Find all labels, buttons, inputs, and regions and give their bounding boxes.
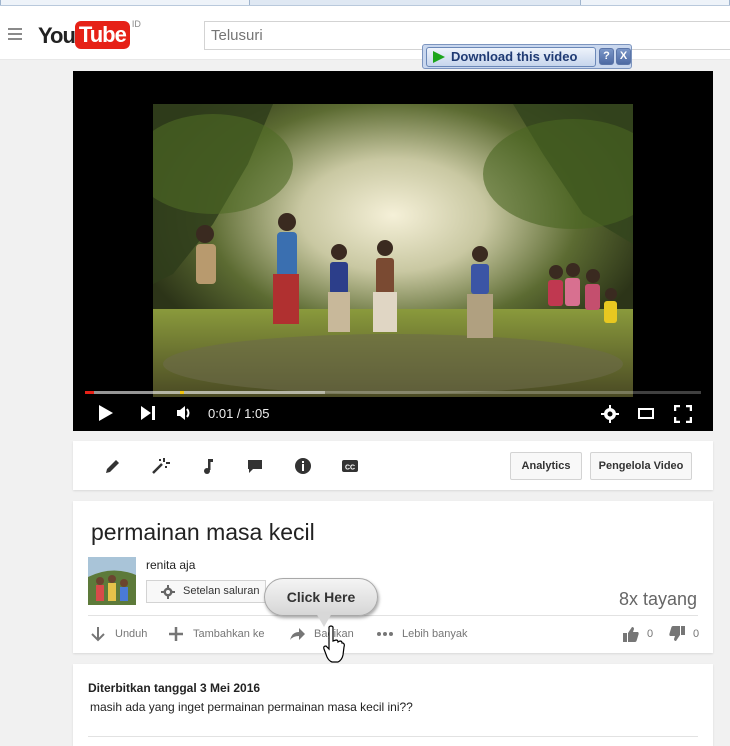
more-dots-icon bbox=[376, 625, 394, 643]
more-action[interactable]: Lebih banyak bbox=[376, 623, 467, 645]
video-thumbnail-scene bbox=[153, 104, 633, 397]
browser-tab-edge bbox=[580, 0, 730, 5]
annotations-speech-icon[interactable] bbox=[245, 456, 265, 476]
add-to-action-label: Tambahkan ke bbox=[193, 628, 265, 640]
play-arrow-icon bbox=[433, 51, 445, 63]
dislike-count: 0 bbox=[693, 628, 699, 640]
settings-gear-icon[interactable] bbox=[601, 405, 619, 423]
download-action-label: Unduh bbox=[115, 628, 147, 640]
video-manager-button[interactable]: Pengelola Video bbox=[590, 452, 692, 480]
more-action-label: Lebih banyak bbox=[402, 628, 467, 640]
description-divider bbox=[88, 736, 698, 737]
volume-icon[interactable] bbox=[175, 404, 193, 422]
play-icon[interactable] bbox=[99, 405, 113, 421]
add-to-action[interactable]: Tambahkan ke bbox=[167, 623, 265, 645]
video-title: permainan masa kecil bbox=[91, 519, 315, 546]
share-arrow-icon bbox=[288, 625, 306, 643]
channel-name[interactable]: renita aja bbox=[146, 558, 195, 572]
video-frame[interactable] bbox=[153, 104, 633, 397]
svg-text:CC: CC bbox=[345, 465, 355, 472]
description-card: Diterbitkan tanggal 3 Mei 2016 masih ada… bbox=[73, 664, 713, 746]
guide-menu-icon[interactable] bbox=[8, 28, 22, 40]
thumbs-up-icon bbox=[622, 625, 640, 643]
browser-tab-edge bbox=[0, 0, 250, 5]
download-action[interactable]: Unduh bbox=[89, 623, 147, 645]
player-controls: 0:01 / 1:05 bbox=[73, 399, 713, 431]
progress-played bbox=[85, 391, 94, 394]
info-divider bbox=[88, 615, 698, 616]
like-button[interactable]: 0 bbox=[622, 623, 653, 645]
dislike-button[interactable]: 0 bbox=[668, 623, 699, 645]
like-count: 0 bbox=[647, 628, 653, 640]
download-help-button[interactable]: ? bbox=[599, 48, 614, 65]
captions-cc-icon[interactable]: CC bbox=[340, 456, 360, 476]
download-arrow-icon bbox=[89, 625, 107, 643]
theater-mode-icon[interactable] bbox=[638, 408, 654, 419]
creator-toolbar: CC Analytics Pengelola Video bbox=[73, 441, 713, 490]
click-here-callout: Click Here bbox=[264, 578, 378, 616]
progress-loaded bbox=[85, 391, 325, 394]
channel-settings-button[interactable]: Setelan saluran bbox=[146, 580, 266, 603]
hand-cursor-icon bbox=[323, 625, 345, 665]
progress-bar[interactable] bbox=[85, 391, 701, 394]
logo-you-text: You bbox=[38, 23, 75, 48]
channel-settings-label: Setelan saluran bbox=[183, 585, 259, 597]
fullscreen-icon[interactable] bbox=[674, 405, 692, 423]
logo-region-code: ID bbox=[132, 19, 141, 29]
enhance-wand-icon[interactable] bbox=[150, 456, 170, 476]
next-icon[interactable] bbox=[141, 406, 155, 420]
plus-icon bbox=[167, 625, 185, 643]
download-video-button[interactable]: Download this video bbox=[426, 47, 596, 67]
video-info-card: permainan masa kecil renita aja Setelan … bbox=[73, 501, 713, 653]
analytics-button[interactable]: Analytics bbox=[510, 452, 582, 480]
published-date: Diterbitkan tanggal 3 Mei 2016 bbox=[88, 681, 260, 695]
channel-avatar[interactable] bbox=[88, 557, 136, 605]
logo-tube-text: Tube bbox=[75, 21, 130, 49]
download-toolbar: Download this video ? X bbox=[422, 44, 632, 69]
time-display: 0:01 / 1:05 bbox=[208, 406, 269, 421]
gear-icon bbox=[161, 585, 175, 599]
progress-ad-marker bbox=[180, 391, 184, 394]
edit-pencil-icon[interactable] bbox=[103, 456, 123, 476]
youtube-logo[interactable]: YouTubeID bbox=[38, 21, 141, 51]
video-player[interactable]: 0:01 / 1:05 bbox=[73, 71, 713, 431]
download-close-button[interactable]: X bbox=[616, 48, 631, 65]
thumbs-down-icon bbox=[668, 625, 686, 643]
info-icon[interactable] bbox=[293, 456, 313, 476]
view-count: 8x tayang bbox=[619, 589, 697, 610]
audio-note-icon[interactable] bbox=[198, 456, 218, 476]
description-text: masih ada yang inget permainan permainan… bbox=[90, 700, 413, 714]
download-video-label: Download this video bbox=[451, 49, 577, 64]
